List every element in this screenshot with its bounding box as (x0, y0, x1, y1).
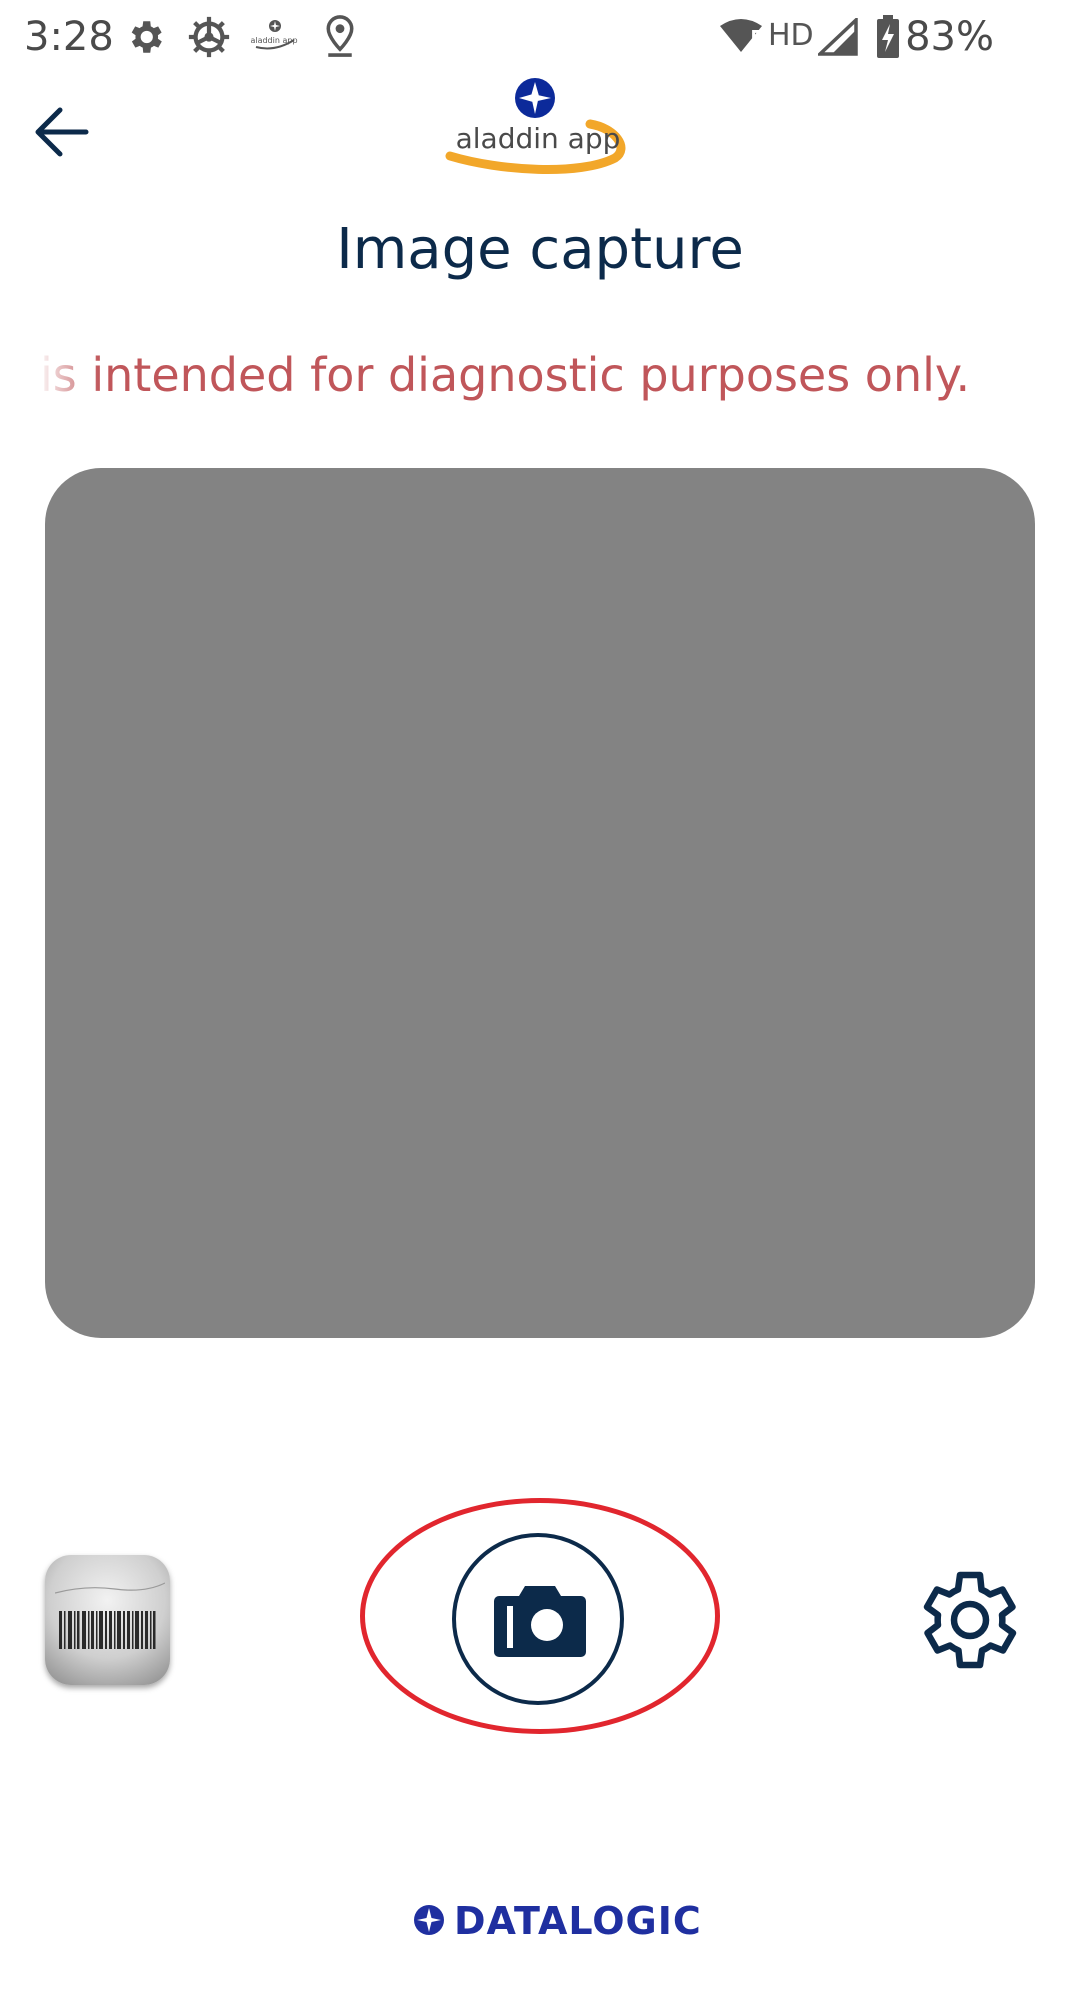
arrow-left-icon (35, 107, 89, 157)
status-time: 3:28 (24, 14, 114, 60)
datalogic-brand: DATALOGIC (412, 1897, 701, 1945)
gear-icon (923, 1571, 1017, 1669)
capture-button[interactable] (452, 1533, 624, 1705)
network-label: HD (768, 18, 814, 53)
aladdin-app-logo: aladdin app (440, 76, 640, 186)
barcode-thumbnail-icon (59, 1611, 156, 1649)
network-gen: 5 (750, 26, 764, 50)
battery-charging-icon (877, 15, 899, 58)
settings-button[interactable] (910, 1560, 1030, 1680)
diagnostic-banner: is intended for diagnostic purposes only… (40, 340, 1040, 410)
banner-fade (40, 340, 100, 410)
page-title: Image capture (336, 217, 744, 282)
datalogic-logo-icon (414, 1905, 444, 1935)
thumbnail-texture (55, 1582, 165, 1594)
camera-preview[interactable] (45, 468, 1035, 1338)
diagnostic-banner-text: is intended for diagnostic purposes only… (40, 348, 971, 402)
camera-icon (494, 1586, 586, 1657)
mini-logo-text: aladdin app (250, 36, 297, 45)
status-bar: 3:28 aladdin app 5 HD 83% (0, 0, 1080, 74)
cog-wheel-icon (188, 16, 230, 58)
last-capture-thumbnail[interactable] (45, 1555, 170, 1685)
aladdin-mini-logo-icon: aladdin app (250, 20, 298, 50)
back-button[interactable] (30, 100, 94, 164)
settings-gear-icon (131, 21, 162, 53)
signal-icon (818, 18, 858, 56)
battery-percent: 83% (905, 14, 994, 60)
location-pin-icon (326, 15, 354, 57)
logo-text: aladdin app (456, 122, 621, 155)
brand-text: DATALOGIC (454, 1899, 702, 1943)
